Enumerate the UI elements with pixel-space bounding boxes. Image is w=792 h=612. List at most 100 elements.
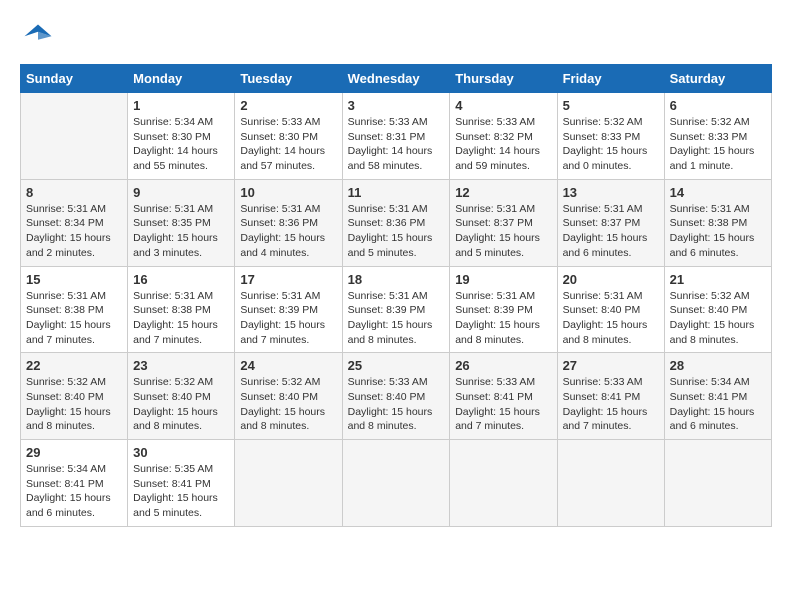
- day-info: Sunrise: 5:35 AMSunset: 8:41 PMDaylight:…: [133, 462, 229, 521]
- empty-cell: [235, 440, 342, 527]
- day-number: 8: [26, 185, 122, 200]
- day-info: Sunrise: 5:31 AMSunset: 8:34 PMDaylight:…: [26, 202, 122, 261]
- day-number: 15: [26, 272, 122, 287]
- day-info: Sunrise: 5:32 AMSunset: 8:40 PMDaylight:…: [240, 375, 336, 434]
- day-number: 25: [348, 358, 445, 373]
- day-number: 27: [563, 358, 659, 373]
- day-number: 17: [240, 272, 336, 287]
- calendar-table: SundayMondayTuesdayWednesdayThursdayFrid…: [20, 64, 772, 527]
- day-number: 16: [133, 272, 229, 287]
- calendar-day-cell: 26 Sunrise: 5:33 AMSunset: 8:41 PMDaylig…: [450, 353, 557, 440]
- day-number: 21: [670, 272, 766, 287]
- day-number: 1: [133, 98, 229, 113]
- calendar-week-row: 8 Sunrise: 5:31 AMSunset: 8:34 PMDayligh…: [21, 179, 772, 266]
- calendar-day-cell: 2 Sunrise: 5:33 AMSunset: 8:30 PMDayligh…: [235, 93, 342, 180]
- calendar-week-row: 15 Sunrise: 5:31 AMSunset: 8:38 PMDaylig…: [21, 266, 772, 353]
- day-number: 26: [455, 358, 551, 373]
- empty-cell: [557, 440, 664, 527]
- calendar-day-cell: 17 Sunrise: 5:31 AMSunset: 8:39 PMDaylig…: [235, 266, 342, 353]
- calendar-day-cell: 28 Sunrise: 5:34 AMSunset: 8:41 PMDaylig…: [664, 353, 771, 440]
- day-number: 6: [670, 98, 766, 113]
- day-number: 28: [670, 358, 766, 373]
- day-info: Sunrise: 5:33 AMSunset: 8:41 PMDaylight:…: [563, 375, 659, 434]
- day-info: Sunrise: 5:32 AMSunset: 8:40 PMDaylight:…: [26, 375, 122, 434]
- calendar-week-row: 22 Sunrise: 5:32 AMSunset: 8:40 PMDaylig…: [21, 353, 772, 440]
- day-number: 20: [563, 272, 659, 287]
- day-number: 4: [455, 98, 551, 113]
- day-info: Sunrise: 5:34 AMSunset: 8:30 PMDaylight:…: [133, 115, 229, 174]
- day-info: Sunrise: 5:31 AMSunset: 8:39 PMDaylight:…: [240, 289, 336, 348]
- day-number: 22: [26, 358, 122, 373]
- calendar-day-cell: 4 Sunrise: 5:33 AMSunset: 8:32 PMDayligh…: [450, 93, 557, 180]
- day-number: 12: [455, 185, 551, 200]
- day-info: Sunrise: 5:33 AMSunset: 8:32 PMDaylight:…: [455, 115, 551, 174]
- day-info: Sunrise: 5:32 AMSunset: 8:40 PMDaylight:…: [670, 289, 766, 348]
- weekday-header: Saturday: [664, 65, 771, 93]
- logo: [20, 20, 60, 56]
- day-number: 3: [348, 98, 445, 113]
- day-info: Sunrise: 5:32 AMSunset: 8:40 PMDaylight:…: [133, 375, 229, 434]
- empty-cell: [342, 440, 450, 527]
- calendar-day-cell: 22 Sunrise: 5:32 AMSunset: 8:40 PMDaylig…: [21, 353, 128, 440]
- calendar-day-cell: 13 Sunrise: 5:31 AMSunset: 8:37 PMDaylig…: [557, 179, 664, 266]
- calendar-day-cell: 27 Sunrise: 5:33 AMSunset: 8:41 PMDaylig…: [557, 353, 664, 440]
- calendar-day-cell: 11 Sunrise: 5:31 AMSunset: 8:36 PMDaylig…: [342, 179, 450, 266]
- day-number: 24: [240, 358, 336, 373]
- day-info: Sunrise: 5:31 AMSunset: 8:39 PMDaylight:…: [348, 289, 445, 348]
- day-info: Sunrise: 5:31 AMSunset: 8:38 PMDaylight:…: [133, 289, 229, 348]
- calendar-day-cell: 8 Sunrise: 5:31 AMSunset: 8:34 PMDayligh…: [21, 179, 128, 266]
- day-info: Sunrise: 5:33 AMSunset: 8:40 PMDaylight:…: [348, 375, 445, 434]
- day-number: 18: [348, 272, 445, 287]
- calendar-day-cell: 29 Sunrise: 5:34 AMSunset: 8:41 PMDaylig…: [21, 440, 128, 527]
- day-info: Sunrise: 5:31 AMSunset: 8:38 PMDaylight:…: [670, 202, 766, 261]
- day-number: 30: [133, 445, 229, 460]
- day-info: Sunrise: 5:31 AMSunset: 8:37 PMDaylight:…: [455, 202, 551, 261]
- day-number: 14: [670, 185, 766, 200]
- day-number: 29: [26, 445, 122, 460]
- calendar-day-cell: 5 Sunrise: 5:32 AMSunset: 8:33 PMDayligh…: [557, 93, 664, 180]
- day-info: Sunrise: 5:32 AMSunset: 8:33 PMDaylight:…: [670, 115, 766, 174]
- day-info: Sunrise: 5:31 AMSunset: 8:37 PMDaylight:…: [563, 202, 659, 261]
- weekday-header: Wednesday: [342, 65, 450, 93]
- calendar-day-cell: 20 Sunrise: 5:31 AMSunset: 8:40 PMDaylig…: [557, 266, 664, 353]
- empty-cell: [664, 440, 771, 527]
- day-info: Sunrise: 5:31 AMSunset: 8:38 PMDaylight:…: [26, 289, 122, 348]
- calendar-day-cell: 25 Sunrise: 5:33 AMSunset: 8:40 PMDaylig…: [342, 353, 450, 440]
- weekday-header: Sunday: [21, 65, 128, 93]
- calendar-day-cell: 16 Sunrise: 5:31 AMSunset: 8:38 PMDaylig…: [128, 266, 235, 353]
- weekday-header: Friday: [557, 65, 664, 93]
- calendar-day-cell: 1 Sunrise: 5:34 AMSunset: 8:30 PMDayligh…: [128, 93, 235, 180]
- day-info: Sunrise: 5:34 AMSunset: 8:41 PMDaylight:…: [670, 375, 766, 434]
- calendar-day-cell: 30 Sunrise: 5:35 AMSunset: 8:41 PMDaylig…: [128, 440, 235, 527]
- empty-cell: [450, 440, 557, 527]
- calendar-day-cell: 15 Sunrise: 5:31 AMSunset: 8:38 PMDaylig…: [21, 266, 128, 353]
- calendar-day-cell: 10 Sunrise: 5:31 AMSunset: 8:36 PMDaylig…: [235, 179, 342, 266]
- calendar-day-cell: 24 Sunrise: 5:32 AMSunset: 8:40 PMDaylig…: [235, 353, 342, 440]
- day-info: Sunrise: 5:32 AMSunset: 8:33 PMDaylight:…: [563, 115, 659, 174]
- calendar-day-cell: 23 Sunrise: 5:32 AMSunset: 8:40 PMDaylig…: [128, 353, 235, 440]
- day-number: 23: [133, 358, 229, 373]
- calendar-day-cell: 3 Sunrise: 5:33 AMSunset: 8:31 PMDayligh…: [342, 93, 450, 180]
- day-info: Sunrise: 5:33 AMSunset: 8:30 PMDaylight:…: [240, 115, 336, 174]
- day-info: Sunrise: 5:34 AMSunset: 8:41 PMDaylight:…: [26, 462, 122, 521]
- calendar-day-cell: 12 Sunrise: 5:31 AMSunset: 8:37 PMDaylig…: [450, 179, 557, 266]
- day-info: Sunrise: 5:33 AMSunset: 8:31 PMDaylight:…: [348, 115, 445, 174]
- weekday-header: Thursday: [450, 65, 557, 93]
- day-number: 10: [240, 185, 336, 200]
- page-header: [20, 20, 772, 56]
- day-info: Sunrise: 5:31 AMSunset: 8:40 PMDaylight:…: [563, 289, 659, 348]
- day-info: Sunrise: 5:33 AMSunset: 8:41 PMDaylight:…: [455, 375, 551, 434]
- calendar-week-row: 1 Sunrise: 5:34 AMSunset: 8:30 PMDayligh…: [21, 93, 772, 180]
- day-number: 19: [455, 272, 551, 287]
- calendar-day-cell: 6 Sunrise: 5:32 AMSunset: 8:33 PMDayligh…: [664, 93, 771, 180]
- calendar-day-cell: 18 Sunrise: 5:31 AMSunset: 8:39 PMDaylig…: [342, 266, 450, 353]
- calendar-day-cell: 14 Sunrise: 5:31 AMSunset: 8:38 PMDaylig…: [664, 179, 771, 266]
- weekday-header-row: SundayMondayTuesdayWednesdayThursdayFrid…: [21, 65, 772, 93]
- day-number: 9: [133, 185, 229, 200]
- day-info: Sunrise: 5:31 AMSunset: 8:36 PMDaylight:…: [348, 202, 445, 261]
- day-number: 11: [348, 185, 445, 200]
- day-number: 2: [240, 98, 336, 113]
- calendar-week-row: 29 Sunrise: 5:34 AMSunset: 8:41 PMDaylig…: [21, 440, 772, 527]
- calendar-day-cell: 9 Sunrise: 5:31 AMSunset: 8:35 PMDayligh…: [128, 179, 235, 266]
- day-number: 5: [563, 98, 659, 113]
